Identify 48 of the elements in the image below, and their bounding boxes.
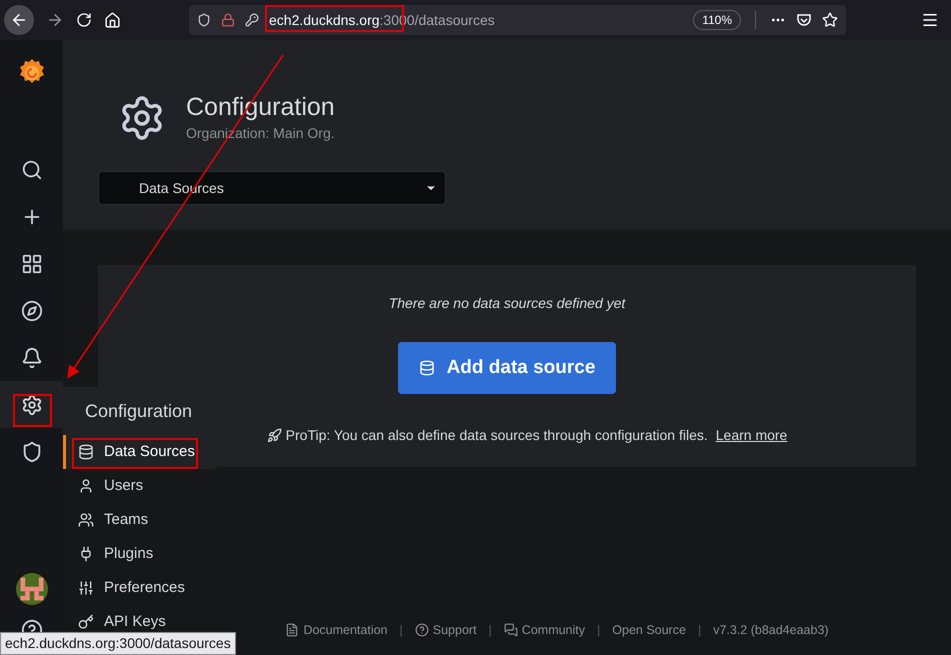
user-icon (78, 478, 94, 494)
key-icon[interactable] (245, 13, 259, 27)
database-icon (78, 444, 94, 460)
link-status-tooltip: ech2.duckdns.org:3000/datasources (0, 632, 236, 655)
sliders-icon (78, 580, 94, 596)
compass-icon (20, 300, 42, 322)
bookmark-star-icon[interactable] (822, 12, 838, 28)
lock-icon[interactable] (221, 13, 235, 27)
key-icon (78, 614, 94, 630)
footer-link[interactable]: Open Source (612, 620, 686, 640)
document-icon (285, 623, 300, 637)
database-icon (418, 360, 435, 376)
forward-icon[interactable] (46, 11, 64, 29)
search-icon (20, 158, 42, 180)
footer-separator: | (488, 622, 492, 639)
avatar-icon[interactable] (16, 573, 48, 605)
empty-message: There are no data sources defined yet (388, 294, 626, 313)
back-button[interactable] (4, 5, 34, 35)
version-text: v7.3.2 (b8ad4eaab3) (713, 622, 829, 639)
menu-item[interactable]: Preferences (63, 571, 216, 605)
grid-icon (20, 252, 42, 274)
help-icon (414, 623, 429, 637)
menu-item[interactable]: Teams (63, 503, 216, 537)
rocket-icon (266, 428, 282, 443)
learn-more-link[interactable]: Learn more (716, 425, 788, 446)
pocket-icon[interactable] (796, 12, 812, 28)
settings-icon (20, 394, 42, 416)
chat-icon (504, 623, 518, 637)
home-icon[interactable] (104, 12, 121, 28)
shield-icon[interactable] (197, 13, 211, 27)
reload-icon[interactable] (76, 12, 92, 28)
menu-item[interactable]: Plugins (63, 537, 216, 571)
sidebar-item[interactable] (0, 381, 63, 428)
footer-separator: | (400, 622, 403, 639)
menu-title: Configuration (63, 387, 216, 435)
add-data-source-button[interactable]: Add data source (398, 342, 616, 394)
footer-separator: | (698, 622, 702, 639)
footer-link[interactable]: Community (504, 620, 586, 640)
menu-item[interactable]: Users (63, 469, 216, 503)
bell-icon (20, 346, 42, 368)
footer-link[interactable]: Documentation (285, 620, 388, 640)
users-icon (78, 512, 94, 528)
protip-text: ProTip: You can also define data sources through configuration files. (286, 426, 708, 445)
zoom-level[interactable]: 110% (693, 10, 741, 30)
highlight-frame (13, 394, 52, 427)
footer-separator: | (597, 622, 600, 639)
menu-icon[interactable] (921, 11, 939, 29)
footer-link[interactable]: Support (414, 620, 477, 640)
